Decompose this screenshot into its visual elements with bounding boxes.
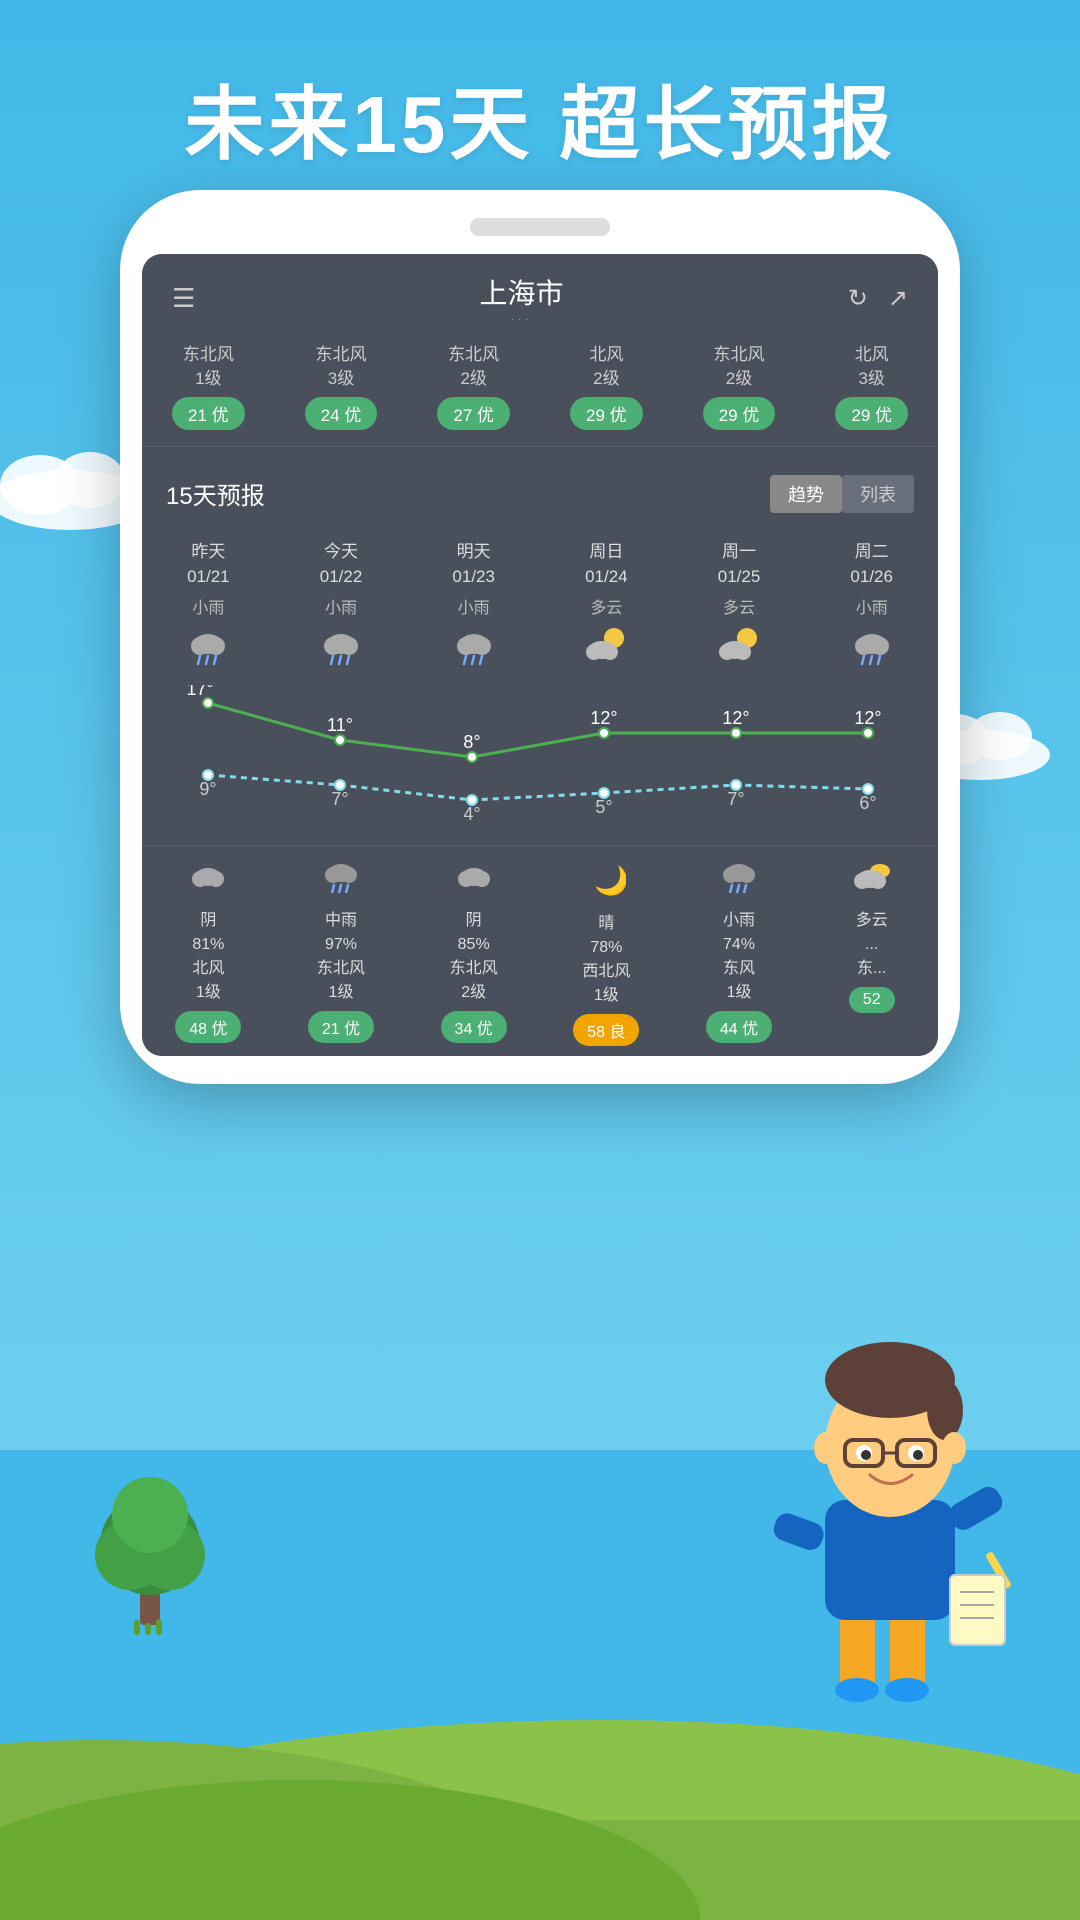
share-icon[interactable]: ↗ xyxy=(888,284,908,313)
svg-text:7°: 7° xyxy=(331,789,348,809)
phone-outer: ☰ 上海市 ··· ↻ ↗ 东北风1级 21 优 东北风3级 24 优 xyxy=(120,190,960,1084)
phone-speaker xyxy=(470,218,610,236)
bottom-col-5: 多云...东... 52 xyxy=(805,860,938,1046)
temperature-chart: 17° 11° 8° 12° 12° 12° 9° 7° 4° 5° 7° 6° xyxy=(142,685,938,845)
city-dots: ··· xyxy=(480,314,564,325)
svg-text:8°: 8° xyxy=(463,732,480,752)
aqi-badge-5: 29 优 xyxy=(835,397,908,430)
tree xyxy=(90,1455,210,1640)
aqi-badge-1: 24 优 xyxy=(305,397,378,430)
bottom-col-2: 阴85%东北风2级 34 优 xyxy=(407,860,540,1046)
page-title: 未来15天 超长预报 xyxy=(0,60,1080,176)
wind-col-3: 北风2级 29 优 xyxy=(540,343,673,430)
svg-text:11°: 11° xyxy=(327,715,353,735)
tab-list[interactable]: 列表 xyxy=(842,475,914,513)
bottom-aqi-3: 58 良 xyxy=(573,1014,639,1046)
wind-col-4: 东北风2级 29 优 xyxy=(673,343,806,430)
day-col-4: 周一01/25 多云 xyxy=(673,539,806,618)
menu-icon[interactable]: ☰ xyxy=(172,283,195,314)
weather-icon-0 xyxy=(142,628,275,675)
weather-icon-5 xyxy=(805,628,938,675)
bottom-col-1: 中雨97%东北风1级 21 优 xyxy=(275,860,408,1046)
svg-text:7°: 7° xyxy=(727,789,744,809)
bottom-aqi-4: 44 优 xyxy=(706,1011,772,1043)
weather-icon-4 xyxy=(673,628,806,675)
bottom-col-4: 小雨74%东风1级 44 优 xyxy=(673,860,806,1046)
wind-col-0: 东北风1级 21 优 xyxy=(142,343,275,430)
weather-icon-2 xyxy=(407,628,540,675)
app-header: ☰ 上海市 ··· ↻ ↗ xyxy=(142,254,938,333)
phone-screen: ☰ 上海市 ··· ↻ ↗ 东北风1级 21 优 东北风3级 24 优 xyxy=(142,254,938,1056)
forecast-tabs: 趋势 列表 xyxy=(770,475,914,513)
tab-trend[interactable]: 趋势 xyxy=(770,475,842,513)
bottom-weather-row: 阴81%北风1级 48 优 中 xyxy=(142,845,938,1056)
svg-text:12°: 12° xyxy=(590,708,617,728)
phone-mockup: ☰ 上海市 ··· ↻ ↗ 东北风1级 21 优 东北风3级 24 优 xyxy=(120,190,960,1084)
bottom-col-3: 🌙 晴78%西北风1级 58 良 xyxy=(540,860,673,1046)
character xyxy=(750,1300,1030,1720)
wind-quality-row: 东北风1级 21 优 东北风3级 24 优 东北风2级 27 优 北风2级 29… xyxy=(142,333,938,447)
day-columns: 昨天01/21 小雨 今天01/22 小雨 明天01/23 小雨 周日01/24… xyxy=(142,529,938,618)
svg-text:6°: 6° xyxy=(859,793,876,813)
day-col-0: 昨天01/21 小雨 xyxy=(142,539,275,618)
wind-col-1: 东北风3级 24 优 xyxy=(275,343,408,430)
svg-text:5°: 5° xyxy=(595,797,612,817)
city-display: 上海市 ··· xyxy=(480,272,564,325)
svg-text:12°: 12° xyxy=(854,708,881,728)
aqi-badge-3: 29 优 xyxy=(570,397,643,430)
wind-col-5: 北风3级 29 优 xyxy=(805,343,938,430)
svg-text:🌙: 🌙 xyxy=(594,864,626,896)
day-col-1: 今天01/22 小雨 xyxy=(275,539,408,618)
bottom-aqi-5: 52 xyxy=(849,987,895,1013)
day-col-3: 周日01/24 多云 xyxy=(540,539,673,618)
forecast-title: 15天预报 xyxy=(166,476,265,511)
refresh-icon[interactable]: ↻ xyxy=(848,284,868,313)
svg-text:4°: 4° xyxy=(463,804,480,824)
aqi-badge-2: 27 优 xyxy=(437,397,510,430)
svg-text:9°: 9° xyxy=(199,779,216,799)
city-name: 上海市 xyxy=(480,272,564,312)
day-col-2: 明天01/23 小雨 xyxy=(407,539,540,618)
forecast-header: 15天预报 趋势 列表 xyxy=(142,455,938,529)
weather-icon-3 xyxy=(540,628,673,675)
wind-col-2: 东北风2级 27 优 xyxy=(407,343,540,430)
svg-text:12°: 12° xyxy=(722,708,749,728)
weather-icons-row xyxy=(142,618,938,685)
aqi-badge-4: 29 优 xyxy=(703,397,776,430)
weather-icon-1 xyxy=(275,628,408,675)
day-col-5: 周二01/26 小雨 xyxy=(805,539,938,618)
svg-text:17°: 17° xyxy=(186,685,213,699)
bottom-aqi-2: 34 优 xyxy=(441,1011,507,1043)
bottom-col-0: 阴81%北风1级 48 优 xyxy=(142,860,275,1046)
bottom-aqi-1: 21 优 xyxy=(308,1011,374,1043)
aqi-badge-0: 21 优 xyxy=(172,397,245,430)
header-actions: ↻ ↗ xyxy=(848,284,908,313)
bottom-aqi-0: 48 优 xyxy=(175,1011,241,1043)
